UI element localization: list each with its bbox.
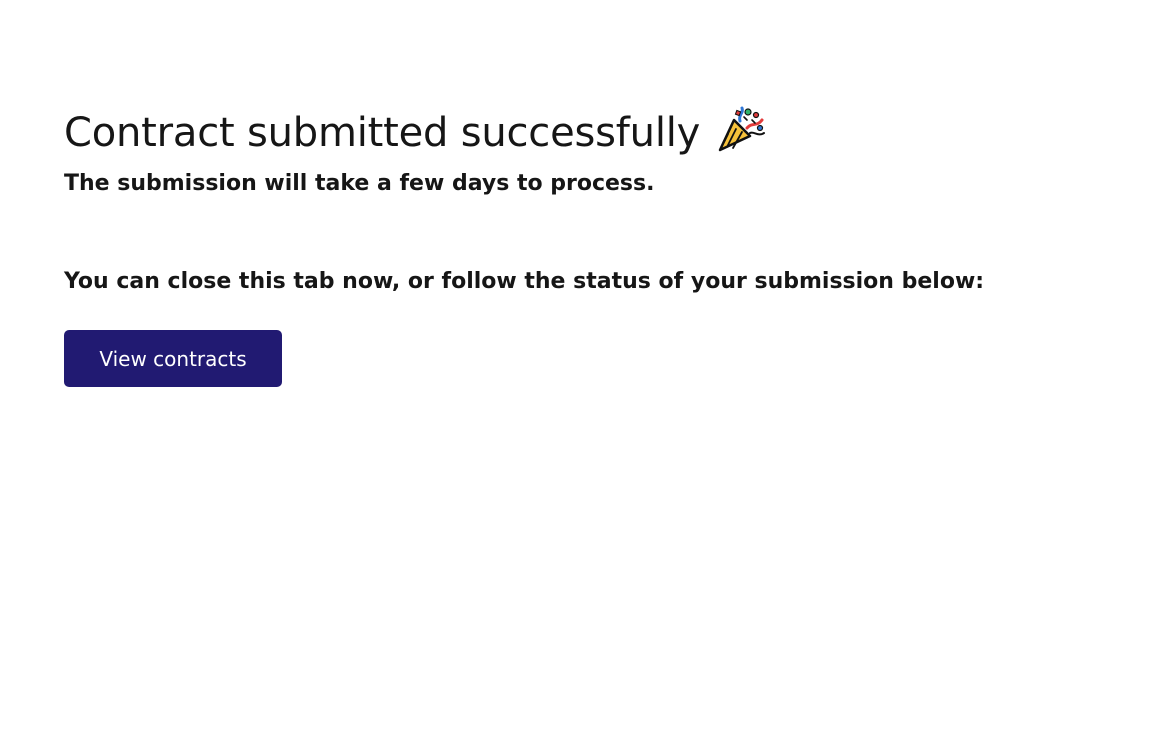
page-title: Contract submitted successfully — [64, 110, 701, 156]
title-row: Contract submitted successfully — [64, 104, 1064, 162]
next-steps-instruction: You can close this tab now, or follow th… — [64, 269, 985, 294]
submission-processing-note: The submission will take a few days to p… — [64, 171, 655, 196]
view-contracts-button[interactable]: View contracts — [64, 330, 282, 387]
success-content: Contract submitted successfully The subm… — [64, 104, 1064, 387]
party-popper-icon — [714, 103, 768, 157]
success-page: Contract submitted successfully The subm… — [0, 0, 1156, 743]
